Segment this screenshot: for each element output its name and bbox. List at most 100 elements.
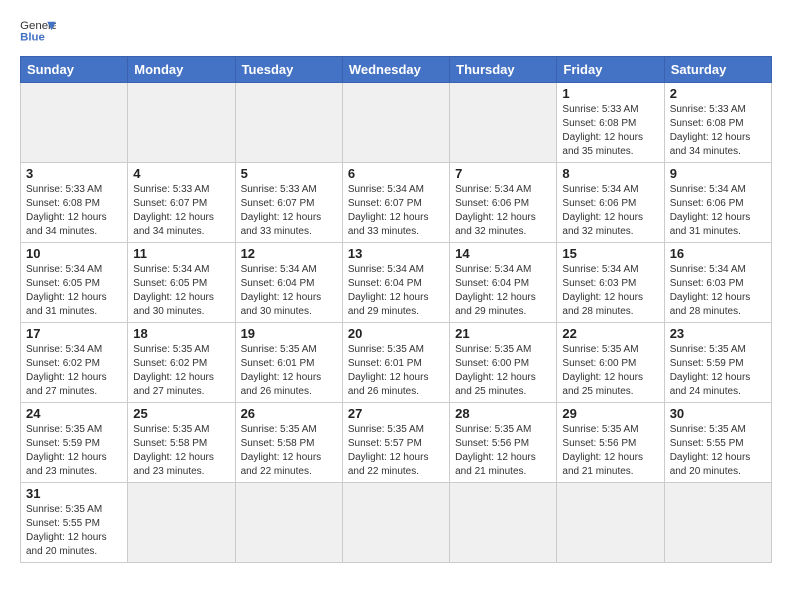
day-info: Sunrise: 5:34 AM Sunset: 6:04 PM Dayligh… [348,263,444,319]
day-info: Sunrise: 5:34 AM Sunset: 6:05 PM Dayligh… [133,263,229,319]
calendar-cell: 10 Sunrise: 5:34 AM Sunset: 6:05 PM Dayli… [21,243,128,323]
day-info: Sunrise: 5:33 AM Sunset: 6:08 PM Dayligh… [670,103,766,159]
weekday-header-wednesday: Wednesday [342,57,449,83]
day-number: 11 [133,246,229,261]
weekday-header-friday: Friday [557,57,664,83]
calendar-cell: 14 Sunrise: 5:34 AM Sunset: 6:04 PM Dayli… [450,243,557,323]
day-info: Sunrise: 5:34 AM Sunset: 6:03 PM Dayligh… [562,263,658,319]
weekday-header-thursday: Thursday [450,57,557,83]
calendar-cell [128,483,235,563]
day-info: Sunrise: 5:34 AM Sunset: 6:04 PM Dayligh… [455,263,551,319]
day-info: Sunrise: 5:35 AM Sunset: 5:56 PM Dayligh… [455,423,551,479]
page: General Blue SundayMondayTuesdayWednesda… [0,0,792,573]
day-number: 30 [670,406,766,421]
day-number: 15 [562,246,658,261]
day-number: 21 [455,326,551,341]
calendar-cell [450,83,557,163]
calendar-cell: 26 Sunrise: 5:35 AM Sunset: 5:58 PM Dayli… [235,403,342,483]
calendar-cell: 24Sunrise: 5:35 AM Sunset: 5:59 PM Dayli… [21,403,128,483]
day-number: 12 [241,246,337,261]
calendar-cell: 31 Sunrise: 5:35 AM Sunset: 5:55 PM Dayli… [21,483,128,563]
calendar-cell [557,483,664,563]
calendar-cell [128,83,235,163]
day-number: 23 [670,326,766,341]
calendar-cell: 28 Sunrise: 5:35 AM Sunset: 5:56 PM Dayli… [450,403,557,483]
calendar-week-row: 31 Sunrise: 5:35 AM Sunset: 5:55 PM Dayli… [21,483,772,563]
day-number: 3 [26,166,122,181]
calendar-cell [450,483,557,563]
day-number: 14 [455,246,551,261]
day-number: 7 [455,166,551,181]
day-number: 6 [348,166,444,181]
calendar-cell: 6 Sunrise: 5:34 AM Sunset: 6:07 PM Daylig… [342,163,449,243]
calendar-week-row: 17Sunrise: 5:34 AM Sunset: 6:02 PM Dayli… [21,323,772,403]
calendar-cell: 21 Sunrise: 5:35 AM Sunset: 6:00 PM Dayli… [450,323,557,403]
calendar-cell [235,483,342,563]
generalblue-logo-icon: General Blue [20,16,56,46]
day-info: Sunrise: 5:35 AM Sunset: 5:57 PM Dayligh… [348,423,444,479]
day-info: Sunrise: 5:34 AM Sunset: 6:06 PM Dayligh… [670,183,766,239]
calendar-cell: 8Sunrise: 5:34 AM Sunset: 6:06 PM Daylig… [557,163,664,243]
day-info: Sunrise: 5:35 AM Sunset: 5:58 PM Dayligh… [133,423,229,479]
day-info: Sunrise: 5:34 AM Sunset: 6:07 PM Dayligh… [348,183,444,239]
day-info: Sunrise: 5:34 AM Sunset: 6:02 PM Dayligh… [26,343,122,399]
day-number: 8 [562,166,658,181]
day-number: 28 [455,406,551,421]
day-number: 26 [241,406,337,421]
day-number: 5 [241,166,337,181]
calendar-cell: 12 Sunrise: 5:34 AM Sunset: 6:04 PM Dayli… [235,243,342,323]
calendar-cell: 19Sunrise: 5:35 AM Sunset: 6:01 PM Dayli… [235,323,342,403]
day-number: 27 [348,406,444,421]
day-number: 25 [133,406,229,421]
logo: General Blue [20,16,56,46]
weekday-header-monday: Monday [128,57,235,83]
calendar-table: SundayMondayTuesdayWednesdayThursdayFrid… [20,56,772,563]
day-info: Sunrise: 5:34 AM Sunset: 6:03 PM Dayligh… [670,263,766,319]
day-number: 2 [670,86,766,101]
calendar-cell [342,83,449,163]
day-number: 10 [26,246,122,261]
day-info: Sunrise: 5:35 AM Sunset: 5:58 PM Dayligh… [241,423,337,479]
calendar-cell: 2 Sunrise: 5:33 AM Sunset: 6:08 PM Daylig… [664,83,771,163]
calendar-cell: 3 Sunrise: 5:33 AM Sunset: 6:08 PM Daylig… [21,163,128,243]
day-number: 24 [26,406,122,421]
day-info: Sunrise: 5:33 AM Sunset: 6:07 PM Dayligh… [133,183,229,239]
calendar-cell: 4 Sunrise: 5:33 AM Sunset: 6:07 PM Daylig… [128,163,235,243]
day-info: Sunrise: 5:35 AM Sunset: 6:01 PM Dayligh… [348,343,444,399]
day-number: 20 [348,326,444,341]
calendar-cell: 5Sunrise: 5:33 AM Sunset: 6:07 PM Daylig… [235,163,342,243]
calendar-cell: 23Sunrise: 5:35 AM Sunset: 5:59 PM Dayli… [664,323,771,403]
calendar-cell: 27 Sunrise: 5:35 AM Sunset: 5:57 PM Dayli… [342,403,449,483]
day-info: Sunrise: 5:35 AM Sunset: 5:55 PM Dayligh… [26,503,122,559]
day-number: 4 [133,166,229,181]
calendar-cell: 18Sunrise: 5:35 AM Sunset: 6:02 PM Dayli… [128,323,235,403]
calendar-cell: 29 Sunrise: 5:35 AM Sunset: 5:56 PM Dayli… [557,403,664,483]
day-info: Sunrise: 5:35 AM Sunset: 6:02 PM Dayligh… [133,343,229,399]
day-number: 13 [348,246,444,261]
day-info: Sunrise: 5:35 AM Sunset: 6:00 PM Dayligh… [455,343,551,399]
calendar-cell [235,83,342,163]
day-number: 22 [562,326,658,341]
calendar-cell: 30 Sunrise: 5:35 AM Sunset: 5:55 PM Dayli… [664,403,771,483]
calendar-cell: 25 Sunrise: 5:35 AM Sunset: 5:58 PM Dayli… [128,403,235,483]
day-info: Sunrise: 5:34 AM Sunset: 6:06 PM Dayligh… [455,183,551,239]
calendar-cell: 11 Sunrise: 5:34 AM Sunset: 6:05 PM Dayli… [128,243,235,323]
day-info: Sunrise: 5:35 AM Sunset: 5:56 PM Dayligh… [562,423,658,479]
day-info: Sunrise: 5:34 AM Sunset: 6:04 PM Dayligh… [241,263,337,319]
day-info: Sunrise: 5:35 AM Sunset: 5:55 PM Dayligh… [670,423,766,479]
day-info: Sunrise: 5:33 AM Sunset: 6:08 PM Dayligh… [26,183,122,239]
weekday-header-tuesday: Tuesday [235,57,342,83]
day-info: Sunrise: 5:34 AM Sunset: 6:05 PM Dayligh… [26,263,122,319]
calendar-cell: 17Sunrise: 5:34 AM Sunset: 6:02 PM Dayli… [21,323,128,403]
calendar-cell: 20 Sunrise: 5:35 AM Sunset: 6:01 PM Dayli… [342,323,449,403]
calendar-cell [664,483,771,563]
day-number: 19 [241,326,337,341]
day-info: Sunrise: 5:35 AM Sunset: 6:00 PM Dayligh… [562,343,658,399]
calendar-week-row: 24Sunrise: 5:35 AM Sunset: 5:59 PM Dayli… [21,403,772,483]
calendar-cell: 16Sunrise: 5:34 AM Sunset: 6:03 PM Dayli… [664,243,771,323]
calendar-cell [342,483,449,563]
day-number: 31 [26,486,122,501]
calendar-week-row: 10 Sunrise: 5:34 AM Sunset: 6:05 PM Dayli… [21,243,772,323]
day-number: 29 [562,406,658,421]
calendar-week-row: 3 Sunrise: 5:33 AM Sunset: 6:08 PM Daylig… [21,163,772,243]
